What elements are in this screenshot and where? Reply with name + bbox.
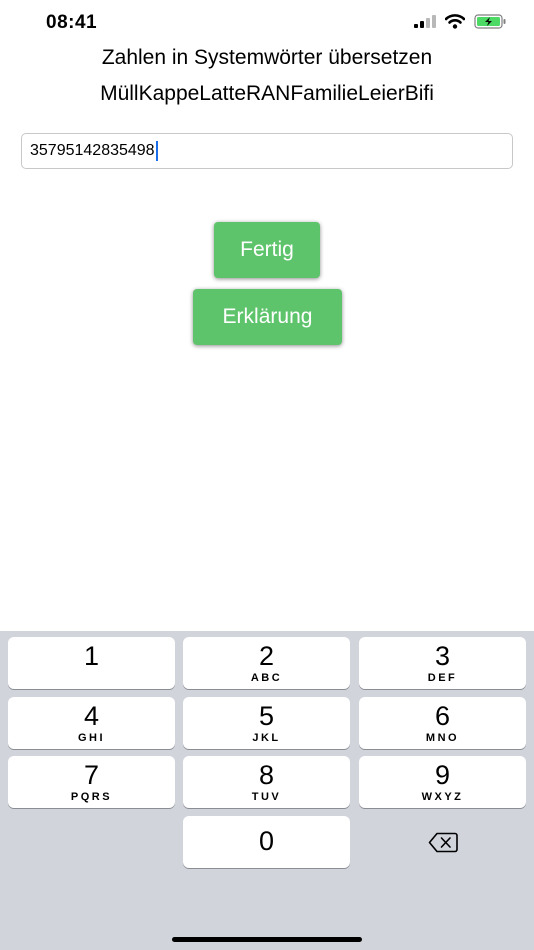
done-button[interactable]: Fertig [214, 222, 320, 278]
key-6[interactable]: 6 MNO [359, 697, 526, 749]
wifi-icon [445, 14, 465, 29]
explanation-button[interactable]: Erklärung [193, 289, 342, 345]
key-9[interactable]: 9 WXYZ [359, 756, 526, 808]
status-time: 08:41 [46, 12, 98, 33]
text-cursor [155, 141, 158, 161]
status-bar: 08:41 [0, 0, 534, 46]
cellular-signal-icon [414, 15, 436, 28]
key-3[interactable]: 3 DEF [359, 637, 526, 689]
key-8[interactable]: 8 TUV [183, 756, 350, 808]
key-4[interactable]: 4 GHI [8, 697, 175, 749]
page-title: Zahlen in Systemwörter übersetzen [101, 46, 433, 69]
key-2[interactable]: 2 ABC [183, 637, 350, 689]
key-5[interactable]: 5 JKL [183, 697, 350, 749]
number-input-value: 35795142835498 [30, 142, 155, 159]
backspace-key[interactable] [359, 816, 526, 868]
battery-charging-icon [474, 14, 506, 29]
number-input[interactable]: 35795142835498 [21, 133, 513, 169]
status-icons [414, 14, 506, 29]
home-indicator [172, 937, 362, 942]
translation-result: MüllKappeLatteRANFamilieLeierBifi [100, 82, 434, 105]
key-0[interactable]: 0 [183, 816, 350, 868]
backspace-icon [428, 832, 458, 852]
key-1[interactable]: 1 [8, 637, 175, 689]
key-7[interactable]: 7 PQRS [8, 756, 175, 808]
